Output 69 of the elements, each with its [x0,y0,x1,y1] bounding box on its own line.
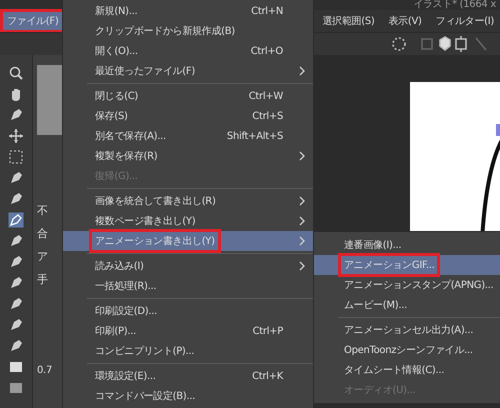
menu-item[interactable]: 画像を統合して書き出し(R) [63,191,313,211]
property-value: 0.7 [37,365,54,376]
menu-item[interactable]: コンビニプリント(P)... [63,341,313,361]
selection-tool-icon[interactable] [8,149,24,165]
shortcut-label: Ctrl+K [252,370,283,382]
menu-item-label: 連番画像(I)... [343,238,402,253]
menu-item-label: 画像を統合して書き出し(R) [94,194,217,209]
menu-item-label: アニメーションセル出力(A)... [343,324,474,338]
menu-item[interactable]: 一括処理(R)... [63,276,313,296]
menu-item-label: 別名で保存(A)... [94,130,167,144]
menu-item-label: 新規(N)... [94,4,138,19]
shortcut-label: Ctrl+W [248,90,283,102]
property-label: ア [37,249,49,264]
menu-item[interactable]: 選択範囲(S) [318,12,378,30]
menu-item[interactable]: OpenToonzシーンファイル... [314,340,500,360]
menu-item-label: タイムシート情報(C)... [343,364,446,378]
menu-item[interactable]: フィルター(I) [432,12,498,30]
menu-item-label: 複数ページ書き出し(Y) [94,214,196,229]
menu-item[interactable]: タイムシート情報(C)... [314,360,500,380]
menu-item[interactable]: アニメーションスタンプ(APNG)... [314,275,500,295]
menu-item[interactable]: 閉じる(C) Ctrl+W [63,86,313,106]
menu-item[interactable]: 印刷設定(D)... [63,301,313,321]
menu-item[interactable]: 複製を保存(R) [63,146,313,166]
menu-item[interactable]: コマンドバー設定(B)... [63,386,313,406]
menu-item[interactable]: アニメーションGIF... [314,255,500,275]
menu-item-label: 複製を保存(R) [94,150,158,164]
menu-item[interactable]: 開く(O)... Ctrl+O [63,41,313,61]
menu-item-label: クリップボードから新規作成(B) [94,24,236,39]
shortcut-label: Ctrl+S [252,110,283,122]
menu-item-label: 一括処理(R)... [94,280,158,294]
menu-item[interactable]: 環境設定(E)... Ctrl+K [63,366,313,386]
menu-item-label: 最近使ったファイル(F) [94,64,196,79]
menu-item-label: 印刷設定(D)... [94,304,158,319]
shortcut-label: Ctrl+P [252,326,283,336]
move-tool-icon[interactable] [8,128,24,144]
menu-item[interactable]: クリップボードから新規作成(B) [63,21,313,41]
menu-item-label: OpenToonzシーンファイル... [343,344,474,358]
menu-item[interactable]: 新規(N)... Ctrl+N [63,1,313,21]
menu-item-label: コマンドバー設定(B)... [94,390,196,404]
menu-item-label: 保存(S) [94,110,129,124]
menu-item[interactable]: 保存(S) Ctrl+S [63,106,313,126]
pen-tool-icon[interactable] [8,212,24,228]
menu-item[interactable]: 連番画像(I)... [314,235,500,255]
menu-item-label: 読み込み(I) [94,260,145,274]
menu-item[interactable]: アニメーションセル出力(A)... [314,320,500,340]
brush-preview[interactable] [37,65,63,135]
shortcut-label: Shift+Alt+S [226,130,283,142]
menu-item-label: 環境設定(E)... [94,370,157,384]
shortcut-label: Ctrl+O [250,46,283,56]
menu-item[interactable]: ファイル(F) [3,12,62,30]
menu-item-label: 開く(O)... [94,45,139,59]
property-label: 手 [37,272,49,287]
menu-item[interactable]: ムービー(M)... [314,295,500,315]
menu-item[interactable]: 複数ページ書き出し(Y) [63,211,313,231]
menu-item[interactable]: 印刷(P)... Ctrl+P [63,321,313,341]
menu-item-label: アニメーションスタンプ(APNG)... [343,278,494,293]
menu-item[interactable]: 最近使ったファイル(F) [63,61,313,81]
property-label: 合 [37,226,49,241]
menu-item[interactable]: アニメーション書き出し(Y) [63,231,313,251]
menu-item[interactable]: 別名で保存(A)... Shift+Alt+S [63,126,313,146]
menu-item-label: ムービー(M)... [343,299,408,313]
menu-item-label: 印刷(P)... [94,324,137,339]
shortcut-label: Ctrl+N [251,6,283,16]
menu-item-label: 閉じる(C) [94,90,139,104]
menu-item-label: コンビニプリント(P)... [94,344,196,359]
zoom-tool-icon[interactable] [8,65,24,81]
menu-item[interactable]: 表示(V) [384,12,426,30]
menu-item[interactable]: 読み込み(I) [63,256,313,276]
property-label: 不 [37,203,49,218]
